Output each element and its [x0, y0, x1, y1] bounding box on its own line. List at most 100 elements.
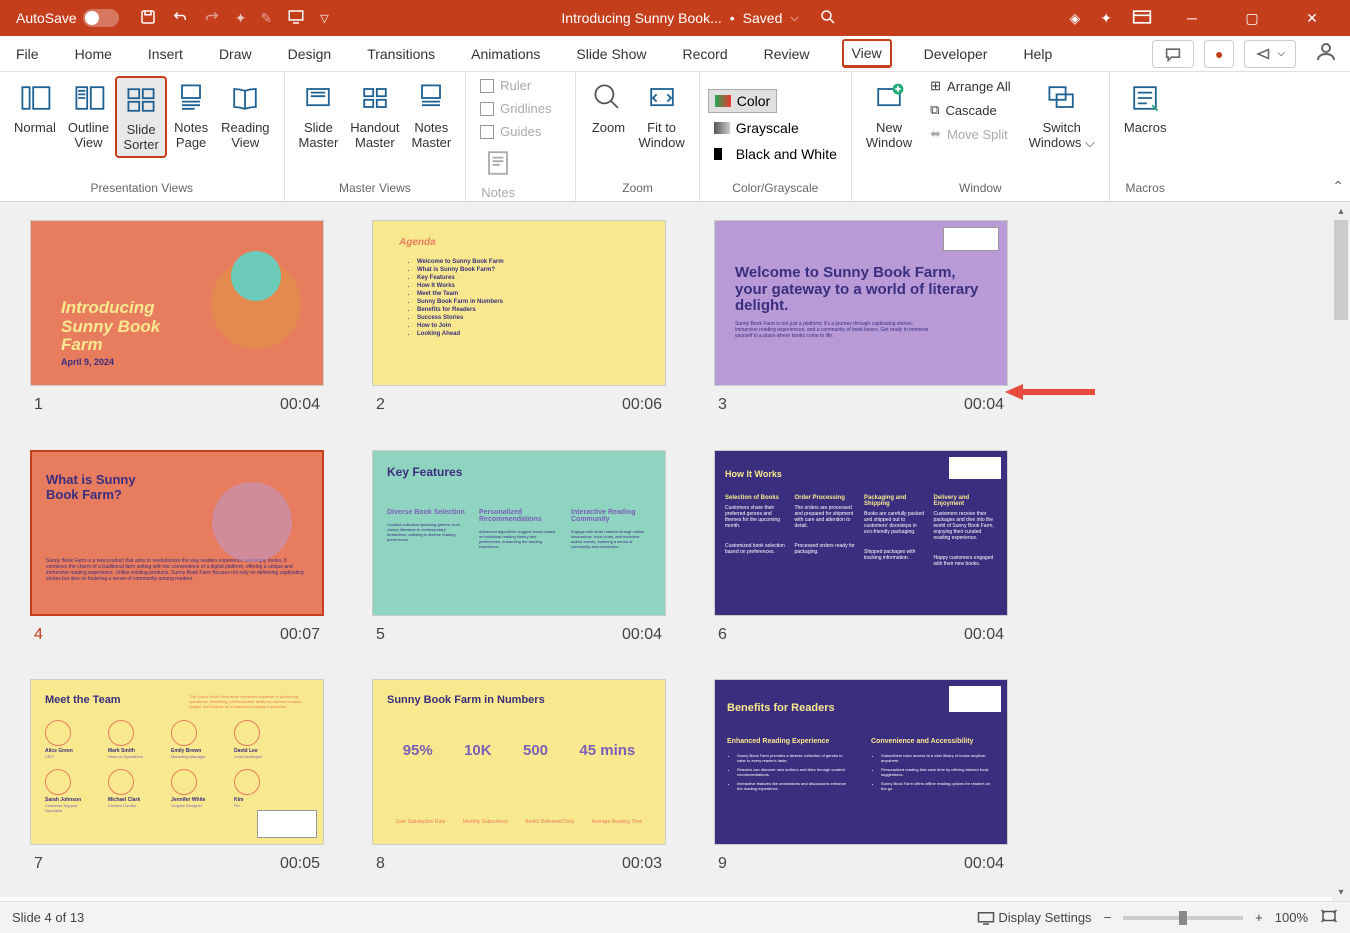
- move-split-button: ⬌Move Split: [924, 124, 1017, 144]
- tab-draw[interactable]: Draw: [215, 40, 256, 68]
- redo-icon[interactable]: [203, 8, 221, 29]
- tab-file[interactable]: File: [12, 40, 43, 68]
- bw-mode-button[interactable]: Black and White: [708, 143, 843, 165]
- present-icon[interactable]: [286, 8, 306, 29]
- annotation-arrow: [1005, 382, 1095, 402]
- tab-home[interactable]: Home: [71, 40, 116, 68]
- status-bar: Slide 4 of 13 Display Settings − + 100%: [0, 901, 1350, 933]
- fit-to-window-button[interactable]: Fit to Window: [632, 76, 690, 154]
- document-title[interactable]: Introducing Sunny Book...: [561, 10, 721, 26]
- scroll-up-icon[interactable]: ▴: [1332, 202, 1350, 220]
- autosave-switch[interactable]: [83, 9, 119, 27]
- notes-page-button[interactable]: Notes Page: [167, 76, 215, 154]
- slide-thumbnail[interactable]: Introducing Sunny Book Farm April 9, 202…: [30, 220, 324, 420]
- ribbon-view: Normal Outline View Slide Sorter Notes P…: [0, 72, 1350, 202]
- normal-view-button[interactable]: Normal: [8, 76, 62, 139]
- tab-design[interactable]: Design: [284, 40, 336, 68]
- autosave-label: AutoSave: [16, 10, 77, 26]
- color-mode-button[interactable]: Color: [708, 89, 777, 113]
- new-window-button[interactable]: New Window: [860, 76, 918, 154]
- ribbon-tabs: File Home Insert Draw Design Transitions…: [0, 36, 1350, 72]
- slide-master-button[interactable]: Slide Master: [293, 76, 345, 154]
- save-icon[interactable]: [139, 8, 157, 29]
- notes-button[interactable]: Notes: [474, 141, 522, 204]
- scroll-down-icon[interactable]: ▾: [1332, 883, 1350, 901]
- fit-slide-button[interactable]: [1320, 908, 1338, 927]
- zoom-level[interactable]: 100%: [1275, 910, 1308, 925]
- tab-insert[interactable]: Insert: [144, 40, 187, 68]
- slide-thumbnail[interactable]: Meet the Team The Sunny Book Farm team c…: [30, 679, 324, 879]
- macros-button[interactable]: Macros: [1118, 76, 1173, 139]
- outline-view-button[interactable]: Outline View: [62, 76, 115, 154]
- slide-number: 8: [376, 855, 385, 873]
- zoom-button[interactable]: Zoom: [584, 76, 632, 139]
- tab-transitions[interactable]: Transitions: [363, 40, 439, 68]
- cascade-button[interactable]: ⧉Cascade: [924, 100, 1017, 120]
- account-icon[interactable]: [1314, 40, 1338, 67]
- slide-sorter-view[interactable]: Introducing Sunny Book Farm April 9, 202…: [0, 202, 1350, 897]
- slide-number: 7: [34, 855, 43, 873]
- slide-timing: 00:07: [280, 626, 320, 644]
- vertical-scrollbar[interactable]: ▴ ▾: [1332, 202, 1350, 901]
- zoom-out-button[interactable]: −: [1104, 910, 1112, 925]
- diamond-icon[interactable]: ◈: [1069, 10, 1080, 27]
- group-master-views: Master Views: [293, 177, 458, 199]
- title-bar: AutoSave ✦ ✎ ▽ Introducing Sunny Book...…: [0, 0, 1350, 36]
- save-status[interactable]: Saved: [743, 10, 783, 26]
- slide-number: 6: [718, 626, 727, 644]
- handout-master-button[interactable]: Handout Master: [344, 76, 405, 154]
- autosave-toggle[interactable]: AutoSave: [16, 9, 119, 27]
- search-icon[interactable]: [819, 8, 837, 29]
- slide-thumbnail[interactable]: Agenda Welcome to Sunny Book FarmWhat is…: [372, 220, 666, 420]
- slide-number: 1: [34, 396, 43, 414]
- close-button[interactable]: ✕: [1292, 0, 1332, 36]
- pen-icon[interactable]: ✎: [260, 10, 272, 27]
- collapse-ribbon-icon[interactable]: ⌃: [1332, 178, 1344, 195]
- switch-windows-button[interactable]: Switch Windows ⌵: [1023, 76, 1101, 155]
- slide-thumbnail[interactable]: What is Sunny Book Farm? Sunny Book Farm…: [30, 450, 324, 650]
- comments-button[interactable]: [1152, 40, 1194, 68]
- slide-thumbnail[interactable]: How It Works Selection of BooksCustomers…: [714, 450, 1008, 650]
- zoom-in-button[interactable]: +: [1255, 910, 1263, 925]
- slide-timing: 00:03: [622, 855, 662, 873]
- tab-slideshow[interactable]: Slide Show: [572, 40, 650, 68]
- window-layout-icon[interactable]: [1132, 9, 1152, 28]
- slide-timing: 00:06: [622, 396, 662, 414]
- undo-icon[interactable]: [171, 8, 189, 29]
- notes-master-button[interactable]: Notes Master: [405, 76, 457, 154]
- slide-thumbnail[interactable]: Sunny Book Farm in Numbers 95%10K50045 m…: [372, 679, 666, 879]
- tab-review[interactable]: Review: [760, 40, 814, 68]
- tab-animations[interactable]: Animations: [467, 40, 544, 68]
- group-presentation-views: Presentation Views: [8, 177, 276, 199]
- zoom-slider[interactable]: [1123, 916, 1243, 920]
- slide-number: 9: [718, 855, 727, 873]
- slide-sorter-button[interactable]: Slide Sorter: [115, 76, 167, 158]
- grayscale-mode-button[interactable]: Grayscale: [708, 117, 805, 139]
- record-button[interactable]: ●: [1204, 40, 1234, 68]
- magic-icon[interactable]: ✦: [1100, 10, 1112, 27]
- guides-checkbox: Guides: [474, 122, 547, 141]
- tab-view[interactable]: View: [842, 39, 892, 68]
- slide-number: 2: [376, 396, 385, 414]
- slide-timing: 00:04: [964, 626, 1004, 644]
- arrange-all-button[interactable]: ⊞Arrange All: [924, 76, 1017, 96]
- touch-mode-icon[interactable]: ✦: [235, 10, 247, 27]
- tab-help[interactable]: Help: [1019, 40, 1056, 68]
- slide-counter[interactable]: Slide 4 of 13: [12, 910, 84, 925]
- display-settings-button[interactable]: Display Settings: [977, 910, 1092, 926]
- maximize-button[interactable]: ▢: [1232, 0, 1272, 36]
- slide-timing: 00:04: [622, 626, 662, 644]
- tab-developer[interactable]: Developer: [920, 40, 992, 68]
- slide-timing: 00:04: [964, 855, 1004, 873]
- slide-timing: 00:04: [964, 396, 1004, 414]
- tab-record[interactable]: Record: [678, 40, 731, 68]
- slide-thumbnail[interactable]: Key Features Diverse Book SelectionCurat…: [372, 450, 666, 650]
- slide-thumbnail[interactable]: Benefits for Readers Enhanced Reading Ex…: [714, 679, 1008, 879]
- slide-number: 4: [34, 626, 43, 644]
- slide-thumbnail[interactable]: Welcome to Sunny Book Farm, your gateway…: [714, 220, 1008, 420]
- slide-number: 3: [718, 396, 727, 414]
- share-button[interactable]: ⌵: [1244, 40, 1296, 68]
- reading-view-button[interactable]: Reading View: [215, 76, 275, 154]
- minimize-button[interactable]: ─: [1172, 0, 1212, 36]
- qat-customize-icon[interactable]: ▽: [320, 12, 328, 25]
